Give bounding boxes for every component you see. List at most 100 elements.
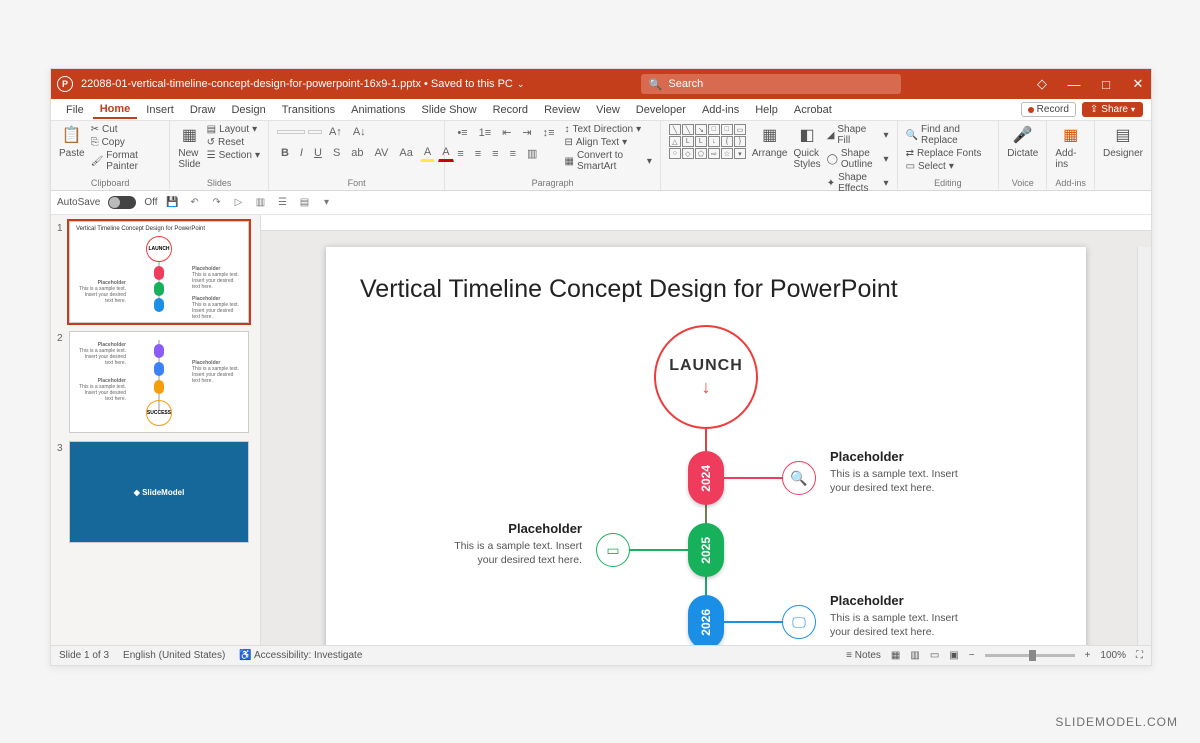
indent-inc-button[interactable]: ⇥ xyxy=(518,124,535,141)
autosave-toggle[interactable] xyxy=(108,196,136,209)
year-pill-2025[interactable]: 2025 xyxy=(688,523,724,577)
tab-developer[interactable]: Developer xyxy=(629,102,693,118)
tab-draw[interactable]: Draw xyxy=(183,102,223,118)
spacing-button[interactable]: AV xyxy=(371,145,393,161)
shape-outline-button[interactable]: ◯ Shape Outline ▾ xyxy=(827,148,889,170)
align-text-button[interactable]: ⊟ Align Text ▾ xyxy=(565,137,652,148)
font-family-select[interactable] xyxy=(277,130,305,134)
qat-more-icon[interactable]: ▾ xyxy=(320,196,334,210)
align-center-button[interactable]: ≡ xyxy=(471,146,485,162)
document-title[interactable]: 22088-01-vertical-timeline-concept-desig… xyxy=(81,78,513,90)
highlight-button[interactable]: A xyxy=(420,144,435,162)
justify-button[interactable]: ≡ xyxy=(506,146,520,162)
vertical-scrollbar[interactable] xyxy=(1137,247,1151,645)
dictate-button[interactable]: 🎤Dictate xyxy=(1007,124,1038,159)
shadow-button[interactable]: ab xyxy=(347,145,367,161)
convert-smartart-button[interactable]: ▦ Convert to SmartArt ▾ xyxy=(565,150,652,172)
placeholder-body[interactable]: This is a sample text. Insert your desir… xyxy=(830,611,980,639)
columns-button[interactable]: ▥ xyxy=(523,145,541,162)
designer-button[interactable]: ▤Designer xyxy=(1103,124,1143,159)
qat-icon[interactable]: ▤ xyxy=(298,196,312,210)
zoom-slider[interactable] xyxy=(985,654,1075,657)
slide-title[interactable]: Vertical Timeline Concept Design for Pow… xyxy=(360,275,898,304)
accessibility-status[interactable]: ♿ Accessibility: Investigate xyxy=(239,650,362,661)
section-button[interactable]: ☰ Section ▾ xyxy=(207,150,260,161)
new-slide-button[interactable]: ▦New Slide xyxy=(178,124,200,170)
tab-home[interactable]: Home xyxy=(93,101,138,119)
layout-button[interactable]: ▤ Layout ▾ xyxy=(207,124,260,135)
shapes-gallery[interactable]: ╲╲↘□□▭ △LL↓{} ○◇⬠⇨☆▾ xyxy=(669,124,746,159)
select-button[interactable]: ▭ Select ▾ xyxy=(906,161,991,172)
tab-slideshow[interactable]: Slide Show xyxy=(415,102,484,118)
tab-addins[interactable]: Add-ins xyxy=(695,102,746,118)
format-painter-button[interactable]: 🖌 Format Painter xyxy=(91,150,162,172)
quick-styles-button[interactable]: ◧Quick Styles xyxy=(793,124,820,170)
zoom-in-button[interactable]: + xyxy=(1085,650,1091,661)
year-pill-2026[interactable]: 2026 xyxy=(688,595,724,645)
tab-file[interactable]: File xyxy=(59,102,91,118)
case-button[interactable]: Aa xyxy=(395,145,416,161)
tab-view[interactable]: View xyxy=(589,102,627,118)
zoom-level[interactable]: 100% xyxy=(1100,650,1126,661)
presentation-icon[interactable]: ▭ xyxy=(596,533,630,567)
slide-thumbnail-1[interactable]: Vertical Timeline Concept Design for Pow… xyxy=(69,221,249,323)
share-button[interactable]: ⇪Share▾ xyxy=(1082,102,1143,117)
reading-view-icon[interactable]: ▭ xyxy=(930,650,939,661)
tab-transitions[interactable]: Transitions xyxy=(275,102,342,118)
bold-button[interactable]: B xyxy=(277,145,293,161)
replace-button[interactable]: ⇄ Replace Fonts xyxy=(906,148,991,159)
slideshow-view-icon[interactable]: ▣ xyxy=(949,650,958,661)
slideshow-icon[interactable]: ▷ xyxy=(232,196,246,210)
placeholder-title[interactable]: Placeholder xyxy=(830,593,904,608)
align-right-button[interactable]: ≡ xyxy=(488,146,502,162)
copy-button[interactable]: ⎘ Copy xyxy=(91,137,162,148)
increase-font-button[interactable]: A↑ xyxy=(325,124,346,140)
slide-thumbnail-2[interactable]: SUCCESS PlaceholderThis is a sample text… xyxy=(69,331,249,433)
search-input[interactable]: 🔍 Search xyxy=(641,74,901,94)
underline-button[interactable]: U xyxy=(310,145,326,161)
tab-help[interactable]: Help xyxy=(748,102,785,118)
notes-button[interactable]: ≡ Notes xyxy=(846,650,881,661)
align-left-button[interactable]: ≡ xyxy=(453,146,467,162)
launch-circle[interactable]: LAUNCH ↓ xyxy=(654,325,758,429)
indent-dec-button[interactable]: ⇤ xyxy=(498,124,515,141)
placeholder-body[interactable]: This is a sample text. Insert your desir… xyxy=(432,539,582,567)
tab-animations[interactable]: Animations xyxy=(344,102,412,118)
arrange-button[interactable]: ▦Arrange xyxy=(752,124,788,159)
redo-icon[interactable]: ↷ xyxy=(210,196,224,210)
text-direction-button[interactable]: ↕ Text Direction ▾ xyxy=(565,124,652,135)
save-icon[interactable]: 💾 xyxy=(166,196,180,210)
find-button[interactable]: 🔍 Find and Replace xyxy=(906,124,991,146)
ribbon-display-icon[interactable]: ◇ xyxy=(1035,77,1049,91)
horizontal-ruler[interactable] xyxy=(261,215,1151,231)
slide-canvas[interactable]: Vertical Timeline Concept Design for Pow… xyxy=(326,247,1086,645)
decrease-font-button[interactable]: A↓ xyxy=(349,124,370,140)
cut-button[interactable]: ✂ Cut xyxy=(91,124,162,135)
zoom-out-button[interactable]: − xyxy=(969,650,975,661)
qat-icon[interactable]: ☰ xyxy=(276,196,290,210)
tab-acrobat[interactable]: Acrobat xyxy=(787,102,839,118)
search-icon[interactable]: 🔍 xyxy=(782,461,816,495)
reset-button[interactable]: ↺ Reset xyxy=(207,137,260,148)
tab-review[interactable]: Review xyxy=(537,102,587,118)
font-size-select[interactable] xyxy=(308,130,322,134)
line-spacing-button[interactable]: ↕≡ xyxy=(539,125,559,141)
numbering-button[interactable]: 1≡ xyxy=(475,125,496,141)
tab-design[interactable]: Design xyxy=(224,102,272,118)
placeholder-title[interactable]: Placeholder xyxy=(830,449,904,464)
slide-thumbnail-3[interactable]: ◆ SlideModel xyxy=(69,441,249,543)
year-pill-2024[interactable]: 2024 xyxy=(688,451,724,505)
placeholder-body[interactable]: This is a sample text. Insert your desir… xyxy=(830,467,980,495)
tab-insert[interactable]: Insert xyxy=(139,102,181,118)
slide-counter[interactable]: Slide 1 of 3 xyxy=(59,650,109,661)
minimize-button[interactable]: — xyxy=(1067,77,1081,91)
language-status[interactable]: English (United States) xyxy=(123,650,225,661)
qat-icon[interactable]: ▥ xyxy=(254,196,268,210)
addins-button[interactable]: ▦Add-ins xyxy=(1055,124,1086,170)
tab-record[interactable]: Record xyxy=(486,102,535,118)
fit-to-window-icon[interactable]: ⛶ xyxy=(1136,650,1143,661)
paste-button[interactable]: 📋Paste xyxy=(59,124,85,159)
undo-icon[interactable]: ↶ xyxy=(188,196,202,210)
sorter-view-icon[interactable]: ▥ xyxy=(910,650,919,661)
close-button[interactable]: ✕ xyxy=(1131,77,1145,91)
